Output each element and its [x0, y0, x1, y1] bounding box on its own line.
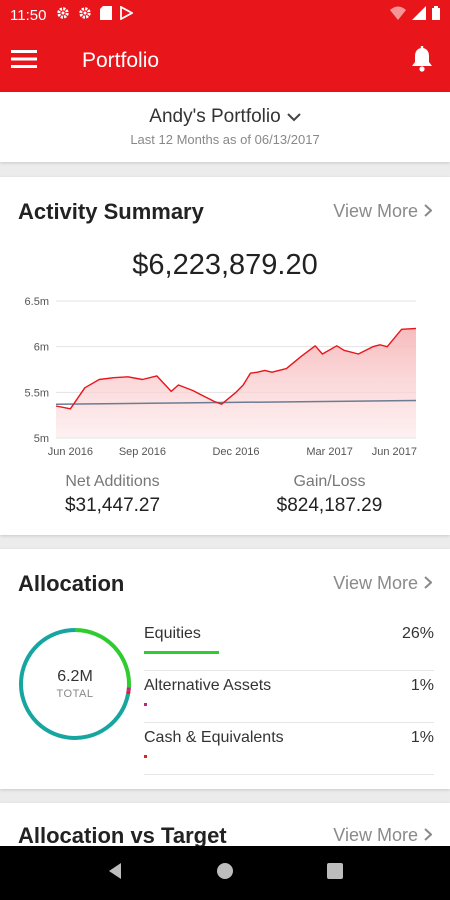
notifications-button[interactable] — [398, 37, 446, 85]
gain-loss-value: $824,187.29 — [276, 495, 383, 516]
allocation-percent: 26% — [401, 625, 434, 642]
y-tick-label: 6m — [34, 342, 49, 354]
allocation-name: Equities — [144, 625, 201, 642]
hamburger-menu-icon — [11, 49, 37, 74]
allocation-bar — [144, 703, 147, 706]
portfolio-header: Andy's Portfolio Last 12 Months as of 06… — [0, 92, 450, 162]
view-more-label: View More — [333, 573, 418, 593]
app-bar: Portfolio — [0, 30, 450, 92]
chevron-right-icon — [424, 201, 433, 222]
allocation-row-cash-equivalents[interactable]: Cash & Equivalents 1% — [144, 723, 434, 775]
back-triangle-icon — [106, 862, 124, 885]
net-additions-label: Net Additions — [65, 473, 160, 490]
gain-loss-label: Gain/Loss — [293, 473, 366, 490]
donut-center: 6.2M TOTAL — [16, 625, 134, 743]
activity-summary-card: Activity Summary View More $6,223,879.20… — [0, 177, 450, 535]
allocation-title: Allocation — [18, 571, 125, 596]
recents-button[interactable] — [315, 853, 355, 893]
allocation-percent: 1% — [410, 729, 434, 746]
x-tick-label: Jun 2016 — [48, 446, 93, 458]
status-bar: 11:50 — [0, 0, 450, 30]
view-more-label: View More — [333, 201, 418, 221]
allocation-row-equities[interactable]: Equities 26% — [144, 619, 434, 671]
x-tick-label: Sep 2016 — [119, 446, 166, 458]
home-button[interactable] — [205, 853, 245, 893]
allocation-bar — [144, 755, 147, 758]
recents-square-icon — [326, 862, 344, 885]
back-button[interactable] — [95, 853, 135, 893]
page-title: Portfolio — [82, 49, 160, 72]
portfolio-total-value: $6,223,879.20 — [132, 249, 318, 281]
activity-view-more-link[interactable]: View More — [333, 201, 433, 222]
settings-notification-icon — [56, 6, 70, 24]
chevron-right-icon — [424, 573, 433, 594]
activity-chart: 6.5m 6m 5.5m 5mJun 2016 Sep 2016 Dec 2016 Mar … — [25, 296, 418, 458]
target-view-more-link[interactable]: View More — [333, 825, 433, 846]
allocation-name: Alternative Assets — [144, 677, 272, 694]
portfolio-value-area — [56, 328, 416, 438]
system-navigation-bar — [0, 846, 450, 900]
donut-total-value: 6.2M — [57, 668, 93, 685]
portfolio-name: Andy's Portfolio — [149, 106, 281, 127]
allocation-view-more-link[interactable]: View More — [333, 573, 433, 594]
home-circle-icon — [216, 862, 234, 885]
status-time: 11:50 — [10, 6, 47, 24]
play-store-icon — [120, 5, 135, 24]
net-additions-stat: Net Additions $31,447.27 — [0, 473, 225, 517]
signal-icon — [412, 6, 426, 24]
chevron-right-icon — [424, 825, 433, 846]
donut-total-label: TOTAL — [56, 688, 94, 700]
activity-summary-title: Activity Summary — [18, 199, 204, 224]
portfolio-selector[interactable]: Andy's Portfolio — [149, 106, 301, 128]
allocation-card: Allocation View More 6.2M TOTAL Equities… — [0, 549, 450, 789]
allocation-row-alternative-assets[interactable]: Alternative Assets 1% — [144, 671, 434, 723]
y-tick-label: 5.5m — [25, 387, 49, 399]
battery-icon — [432, 6, 440, 24]
y-tick-label: 5m — [34, 433, 49, 445]
bell-icon — [411, 45, 433, 77]
wifi-icon — [390, 6, 406, 24]
gain-loss-stat: Gain/Loss $824,187.29 — [217, 473, 442, 517]
sd-card-icon — [100, 6, 113, 24]
allocation-percent: 1% — [410, 677, 434, 694]
allocation-bar — [144, 651, 220, 654]
net-additions-value: $31,447.27 — [64, 495, 161, 516]
x-tick-label: Jun 2017 — [372, 446, 417, 458]
portfolio-date-range: Last 12 Months as of 06/13/2017 — [130, 132, 320, 147]
x-tick-label: Dec 2016 — [212, 446, 259, 458]
chevron-down-icon — [286, 106, 301, 128]
x-tick-label: Mar 2017 — [306, 446, 352, 458]
allocation-name: Cash & Equivalents — [144, 729, 284, 746]
y-tick-label: 6.5m — [25, 296, 49, 308]
settings-notification-icon — [78, 6, 92, 24]
view-more-label: View More — [333, 825, 418, 845]
menu-button[interactable] — [0, 37, 48, 85]
